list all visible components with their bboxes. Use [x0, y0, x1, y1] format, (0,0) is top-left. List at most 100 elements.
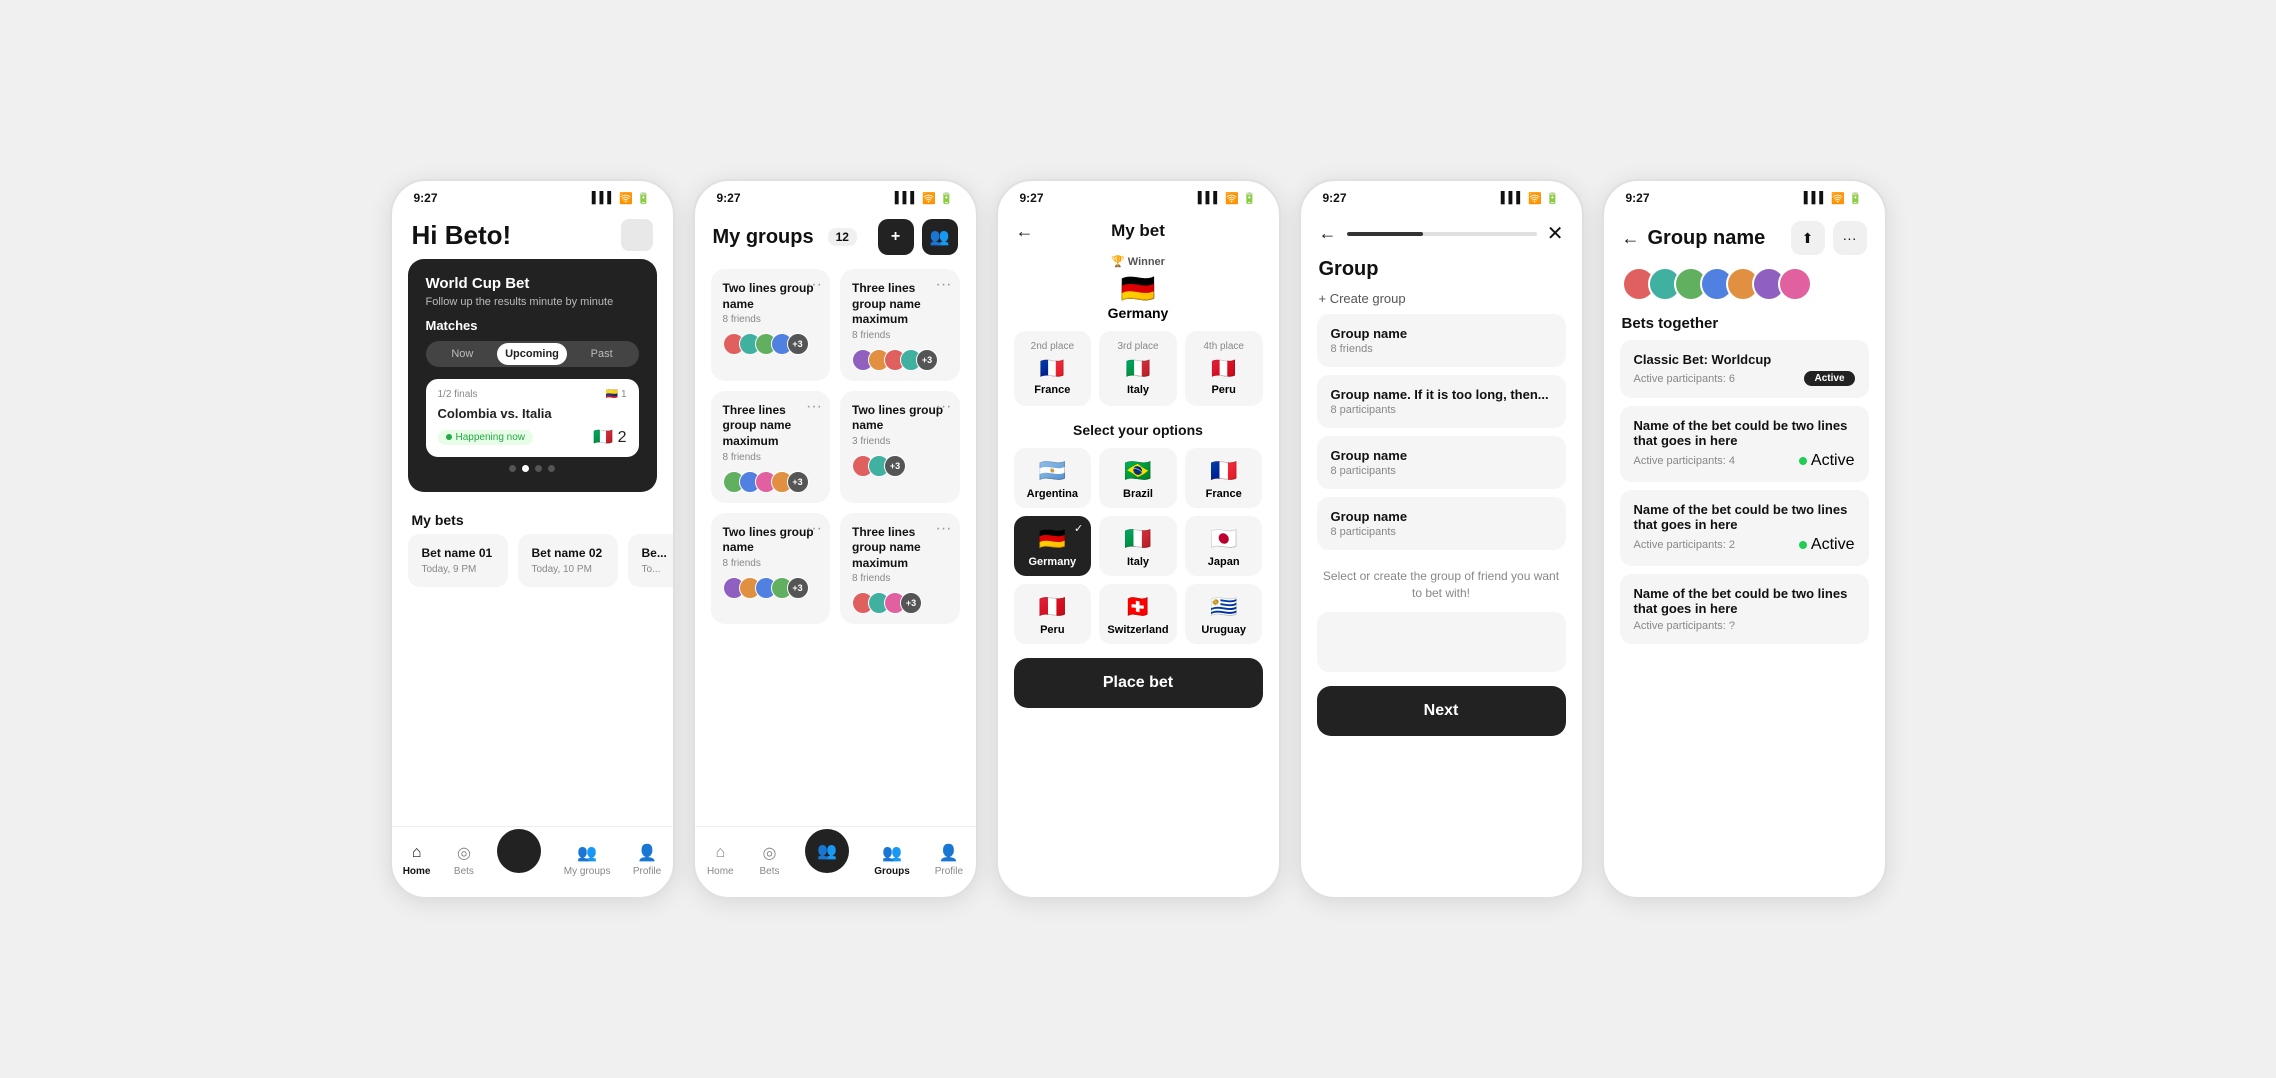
more-icon-5[interactable]: ··· [806, 521, 822, 537]
bet-card-3[interactable]: Be... To... [628, 534, 673, 587]
time-1: 9:27 [414, 191, 438, 205]
more-icon-2[interactable]: ··· [936, 277, 952, 293]
card-dots [426, 465, 639, 472]
more-icon-4[interactable]: ··· [936, 399, 952, 415]
group-card-6[interactable]: ··· Three lines group name maximum 8 fri… [840, 513, 960, 625]
select-hint: Select or create the group of friend you… [1301, 558, 1582, 612]
tab-now[interactable]: Now [428, 343, 498, 365]
group-card-5[interactable]: ··· Two lines group name 8 friends +3 [711, 513, 831, 625]
group-item-name-4: Group name [1331, 509, 1552, 524]
back-button-3[interactable]: ← [1016, 221, 1034, 242]
time-4: 9:27 [1323, 191, 1347, 205]
create-group-link[interactable]: + Create group [1301, 285, 1582, 314]
more-icon-6[interactable]: ··· [936, 521, 952, 537]
add-group-button[interactable]: + [878, 219, 914, 255]
worldcup-card[interactable]: World Cup Bet Follow up the results minu… [408, 259, 657, 492]
nav-groups-label-2[interactable]: 👥 Groups [874, 842, 910, 877]
group-item-1[interactable]: Group name 8 friends [1317, 314, 1566, 367]
group-card-3[interactable]: ··· Three lines group name maximum 8 fri… [711, 391, 831, 503]
option-japan[interactable]: 🇯🇵 Japan [1185, 516, 1263, 576]
nav-profile-2[interactable]: 👤 Profile [935, 842, 963, 877]
more-icon-1[interactable]: ··· [806, 277, 822, 293]
tab-past[interactable]: Past [567, 343, 637, 365]
nav-groups-2[interactable]: 👥 [805, 837, 849, 881]
bets-icon-2: ◎ [759, 842, 781, 864]
nav-home-label: Home [403, 866, 431, 877]
option-france[interactable]: 🇫🇷 France [1185, 448, 1263, 508]
bet-item-1[interactable]: Classic Bet: Worldcup Active participant… [1620, 340, 1869, 398]
share-button[interactable]: ⬆ [1791, 221, 1825, 255]
bet-item-3[interactable]: Name of the bet could be two lines that … [1620, 490, 1869, 566]
progress-bar [1347, 232, 1537, 236]
nav-profile[interactable]: 👤 Profile [633, 842, 661, 877]
option-peru[interactable]: 🇵🇪 Peru [1014, 584, 1092, 644]
bet-card-2[interactable]: Bet name 02 Today, 10 PM [518, 534, 618, 587]
more-icon-3[interactable]: ··· [806, 399, 822, 415]
more-button-5[interactable]: ··· [1833, 221, 1867, 255]
avatar-more-2: +3 [916, 349, 938, 371]
bet-item-2[interactable]: Name of the bet could be two lines that … [1620, 406, 1869, 482]
nav-bets-2[interactable]: ◎ Bets [759, 842, 781, 877]
nav-home[interactable]: ⌂ Home [403, 842, 431, 877]
fab-groups[interactable]: 👥 [805, 829, 849, 873]
group-item-3[interactable]: Group name 8 participants [1317, 436, 1566, 489]
group-item-name-3: Group name [1331, 448, 1552, 463]
option-italy[interactable]: 🇮🇹 Italy [1099, 516, 1177, 576]
option-argentina[interactable]: 🇦🇷 Argentina [1014, 448, 1092, 508]
home-header: Hi Beto! [392, 209, 673, 259]
nav-bets[interactable]: ◎ Bets [453, 842, 475, 877]
happening-now-badge: Happening now [438, 430, 534, 445]
status-icons-1: ▌▌▌ 🛜 🔋 [592, 192, 651, 205]
avatar-more-3: +3 [787, 471, 809, 493]
bet-card-1[interactable]: Bet name 01 Today, 9 PM [408, 534, 508, 587]
fab-button[interactable] [497, 829, 541, 873]
4th-flag: 🇵🇪 [1191, 356, 1257, 381]
name-switzerland: Switzerland [1105, 624, 1171, 636]
group-item-sub-4: 8 participants [1331, 526, 1552, 538]
bet-item-4[interactable]: Name of the bet could be two lines that … [1620, 574, 1869, 644]
people-button[interactable]: 👥 [922, 219, 958, 255]
group-card-2[interactable]: ··· Three lines group name maximum 8 fri… [840, 269, 960, 381]
groups-title: My groups [713, 226, 814, 249]
screens-container: 9:27 ▌▌▌ 🛜 🔋 Hi Beto! World Cup Bet Foll… [390, 179, 1887, 899]
option-germany[interactable]: ✓ 🇩🇪 Germany [1014, 516, 1092, 576]
profile-icon-2: 👤 [938, 842, 960, 864]
nav-mygroups[interactable] [497, 837, 541, 881]
battery-icon-5: 🔋 [1849, 192, 1863, 205]
place-bet-button[interactable]: Place bet [1014, 658, 1263, 708]
flag-france: 🇫🇷 [1191, 458, 1257, 484]
participants-4: Active participants: ? [1634, 620, 1736, 632]
flag-uruguay: 🇺🇾 [1191, 594, 1257, 620]
nav-home-2[interactable]: ⌂ Home [707, 842, 734, 877]
tab-upcoming[interactable]: Upcoming [497, 343, 567, 365]
group-item-2[interactable]: Group name. If it is too long, then... 8… [1317, 375, 1566, 428]
option-switzerland[interactable]: 🇨🇭 Switzerland [1099, 584, 1177, 644]
nav-groups-label-container[interactable]: 👥 My groups [564, 842, 611, 877]
group-detail-actions: ⬆ ··· [1791, 221, 1867, 255]
winner-flag: 🇩🇪 [998, 272, 1279, 305]
avatar[interactable] [621, 219, 653, 251]
group-card-1[interactable]: ··· Two lines group name 8 friends +3 [711, 269, 831, 381]
nav-home-label-2: Home [707, 866, 734, 877]
group-item-4[interactable]: Group name 8 participants [1317, 497, 1566, 550]
name-uruguay: Uruguay [1191, 624, 1257, 636]
group-item-sub-1: 8 friends [1331, 343, 1552, 355]
match-card[interactable]: 1/2 finals 🇨🇴 1 Colombia vs. Italia Happ… [426, 379, 639, 457]
option-brazil[interactable]: 🇧🇷 Brazil [1099, 448, 1177, 508]
match-tabs: Now Upcoming Past [426, 341, 639, 367]
groups-actions: + 👥 [878, 219, 958, 255]
close-button-4[interactable]: ✕ [1547, 221, 1564, 246]
participants-3: Active participants: 2 [1634, 539, 1736, 551]
group-card-4[interactable]: ··· Two lines group name 3 friends +3 [840, 391, 960, 503]
groups-icon-2: 👥 [881, 842, 903, 864]
option-uruguay[interactable]: 🇺🇾 Uruguay [1185, 584, 1263, 644]
name-italy: Italy [1105, 556, 1171, 568]
back-button-5[interactable]: ← [1622, 228, 1640, 249]
back-button-4[interactable]: ← [1319, 223, 1337, 244]
status-icons-2: ▌▌▌ 🛜 🔋 [895, 192, 954, 205]
groups-icon: 👥 [576, 842, 598, 864]
next-button[interactable]: Next [1317, 686, 1566, 736]
wifi-icon-2: 🛜 [922, 192, 936, 205]
status-bar-5: 9:27 ▌▌▌ 🛜 🔋 [1604, 181, 1885, 209]
signal-icon-5: ▌▌▌ [1804, 192, 1827, 204]
